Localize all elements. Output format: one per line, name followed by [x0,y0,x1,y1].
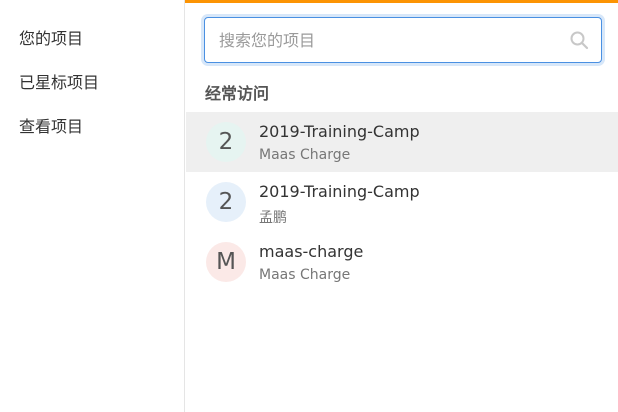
frequent-section-title: 经常访问 [205,84,270,103]
project-switcher: 您的项目 已星标项目 查看项目 经常访问 2 2019-Training-Cam… [0,0,618,412]
project-avatar: M [206,242,246,282]
sidebar-item-your-projects[interactable]: 您的项目 [19,25,83,49]
search-icon[interactable] [569,30,589,50]
sidebar-item-explore-projects[interactable]: 查看项目 [19,113,83,137]
project-row[interactable]: M maas-charge Maas Charge [186,232,618,292]
project-avatar: 2 [206,182,246,222]
sidebar-item-starred-projects[interactable]: 已星标项目 [19,69,99,93]
project-namespace: 孟鹏 [259,210,287,226]
project-namespace: Maas Charge [259,267,351,283]
project-title: 2019-Training-Camp [259,122,420,141]
search-box [204,17,602,63]
frequent-project-list: 2 2019-Training-Camp Maas Charge 2 2019-… [186,112,618,292]
project-row[interactable]: 2 2019-Training-Camp 孟鹏 [186,172,618,232]
main-panel: 经常访问 2 2019-Training-Camp Maas Charge 2 … [186,0,618,412]
project-title: 2019-Training-Camp [259,182,420,201]
project-title: maas-charge [259,242,364,261]
project-namespace: Maas Charge [259,147,351,163]
search-input[interactable] [205,18,601,62]
project-row[interactable]: 2 2019-Training-Camp Maas Charge [186,112,618,172]
project-avatar: 2 [206,122,246,162]
sidebar: 您的项目 已星标项目 查看项目 [0,0,185,412]
